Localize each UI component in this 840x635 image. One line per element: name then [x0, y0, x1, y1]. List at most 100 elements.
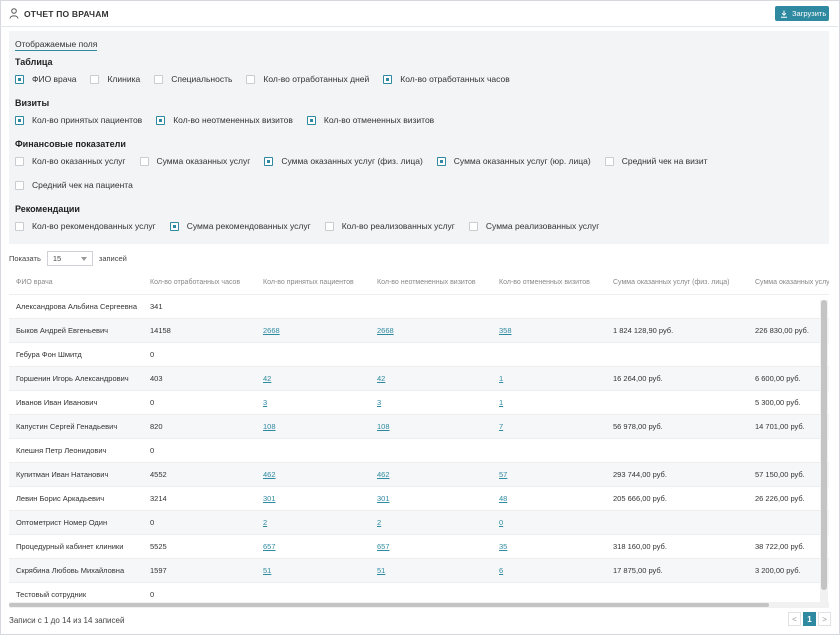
checkbox-box[interactable]	[436, 156, 446, 166]
download-button[interactable]: Загрузить	[775, 6, 829, 21]
table-cell-link[interactable]: 42	[263, 374, 271, 383]
checkbox-services-sum[interactable]: Сумма оказанных услуг	[139, 156, 250, 166]
checkbox-worked-days[interactable]: Кол-во отработанных дней	[246, 74, 369, 84]
table-cell: 0	[143, 341, 256, 366]
column-header[interactable]: Сумма оказанных услуг (физ. лица)	[606, 272, 748, 294]
checkbox-clinic[interactable]: Клиника	[90, 74, 140, 84]
column-header[interactable]: Кол-во принятых пациентов	[256, 272, 370, 294]
checkbox-patients-received[interactable]: Кол-во принятых пациентов	[15, 115, 142, 125]
prev-page-button[interactable]: <	[788, 612, 801, 626]
column-header[interactable]: Кол-во отработанных часов	[143, 272, 256, 294]
page-size-select[interactable]: 15	[46, 251, 93, 266]
checkbox-realized-count[interactable]: Кол-во реализованных услуг	[324, 221, 455, 231]
checkbox-box[interactable]	[306, 115, 316, 125]
table-cell-link[interactable]: 301	[263, 494, 276, 503]
table-cell: Оптометрист Номер Один	[9, 509, 143, 534]
checkbox-box[interactable]	[15, 115, 24, 125]
checkbox-box[interactable]	[169, 221, 179, 231]
table-cell-link[interactable]: 3	[377, 398, 381, 407]
table-cell: Скрябина Любовь Михайловна	[9, 557, 143, 582]
checkbox-visits-cancelled[interactable]: Кол-во отмененных визитов	[306, 115, 434, 125]
checkbox-recommended-sum[interactable]: Сумма рекомендованных услуг	[169, 221, 311, 231]
horizontal-scrollbar[interactable]	[9, 602, 829, 608]
checkbox-box[interactable]	[156, 115, 166, 125]
table-cell-link[interactable]: 2668	[263, 326, 280, 335]
table-cell-link[interactable]: 1	[499, 374, 503, 383]
checkbox-services-sum-individuals[interactable]: Сумма оказанных услуг (физ. лица)	[264, 156, 423, 166]
table-cell	[748, 437, 829, 462]
checkbox-box[interactable]	[15, 180, 24, 190]
table-cell-link[interactable]: 462	[377, 470, 390, 479]
table-cell: 0	[143, 581, 256, 602]
checkbox-avg-check-visit[interactable]: Средний чек на визит	[604, 156, 707, 166]
checkbox-box[interactable]	[154, 74, 164, 84]
checkbox-box[interactable]	[90, 74, 100, 84]
checkbox-recommended-count[interactable]: Кол-во рекомендованных услуг	[15, 221, 156, 231]
table-cell-link[interactable]: 48	[499, 494, 507, 503]
checkbox-box[interactable]	[383, 74, 393, 84]
table-cell-link[interactable]: 358	[499, 326, 512, 335]
checkbox-box[interactable]	[139, 156, 149, 166]
table-cell-link[interactable]: 108	[263, 422, 276, 431]
checkbox-box[interactable]	[324, 221, 334, 231]
checkbox-services-sum-legal[interactable]: Сумма оказанных услуг (юр. лица)	[436, 156, 591, 166]
displayed-fields-link[interactable]: Отображаемые поля	[15, 39, 98, 51]
checkbox-box[interactable]	[468, 221, 478, 231]
table-cell-link[interactable]: 6	[499, 566, 503, 575]
table-cell-link[interactable]: 7	[499, 422, 503, 431]
table-cell-link[interactable]: 0	[499, 518, 503, 527]
scrollbar-thumb[interactable]	[821, 300, 827, 590]
table-cell-link[interactable]: 108	[377, 422, 390, 431]
checkbox-doctor-name[interactable]: ФИО врача	[15, 74, 76, 84]
column-header[interactable]: Кол-во отмененных визитов	[492, 272, 606, 294]
table-cell: 4552	[143, 461, 256, 486]
column-header[interactable]: ФИО врача	[9, 272, 143, 294]
column-header[interactable]: Кол-во неотмененных визитов	[370, 272, 492, 294]
table-cell-link[interactable]: 3	[263, 398, 267, 407]
table-cell: 318 160,00 руб.	[606, 533, 748, 558]
table-cell-link[interactable]: 657	[377, 542, 390, 551]
scrollbar-thumb[interactable]	[9, 603, 769, 607]
checkbox-services-count[interactable]: Кол-во оказанных услуг	[15, 156, 126, 166]
table-cell-link[interactable]: 51	[377, 566, 385, 575]
table-cell: 108	[256, 413, 370, 438]
table-cell: 5 300,00 руб.	[748, 389, 829, 414]
checkbox-realized-sum[interactable]: Сумма реализованных услуг	[468, 221, 599, 231]
checkbox-box[interactable]	[15, 221, 24, 231]
next-page-button[interactable]: >	[818, 612, 831, 626]
checkbox-specialty[interactable]: Специальность	[154, 74, 232, 84]
table-cell-link[interactable]: 42	[377, 374, 385, 383]
table-cell-link[interactable]: 657	[263, 542, 276, 551]
vertical-scrollbar[interactable]	[820, 300, 828, 602]
table-cell-link[interactable]: 2	[263, 518, 267, 527]
table-cell-link[interactable]: 57	[499, 470, 507, 479]
table-cell-link[interactable]: 51	[263, 566, 271, 575]
table-cell: 358	[492, 317, 606, 342]
table-cell	[606, 509, 748, 534]
table-cell-link[interactable]: 462	[263, 470, 276, 479]
checkbox-box[interactable]	[15, 156, 24, 166]
table-cell-link[interactable]: 1	[499, 398, 503, 407]
group-title-visits: Визиты	[15, 98, 50, 108]
table-cell	[370, 581, 492, 602]
table-cell	[748, 509, 829, 534]
checkbox-avg-check-patient[interactable]: Средний чек на пациента	[15, 180, 133, 190]
table-cell-link[interactable]: 35	[499, 542, 507, 551]
table-cell-link[interactable]: 2668	[377, 326, 394, 335]
checkbox-row-finance-1: Кол-во оказанных услуг Сумма оказанных у…	[15, 156, 721, 166]
checkbox-visits-not-cancelled[interactable]: Кол-во неотмененных визитов	[156, 115, 293, 125]
checkbox-box[interactable]	[15, 74, 24, 84]
checkbox-box[interactable]	[604, 156, 614, 166]
table-row: Левин Борис Аркадьевич 3214 301 301 48 205 66…	[9, 485, 829, 510]
table-cell-link[interactable]: 301	[377, 494, 390, 503]
checkbox-box[interactable]	[246, 74, 256, 84]
checkbox-box[interactable]	[264, 156, 274, 166]
checkbox-worked-hours[interactable]: Кол-во отработанных часов	[383, 74, 510, 84]
column-header[interactable]: Сумма оказанных услуг (юр. лица)	[748, 272, 829, 294]
table-cell: 3 200,00 руб.	[748, 557, 829, 582]
table-cell: 51	[256, 557, 370, 582]
table-row: Клешня Петр Леонидович 0	[9, 437, 829, 462]
page-button[interactable]: 1	[803, 612, 816, 626]
table-cell-link[interactable]: 2	[377, 518, 381, 527]
checkbox-label: Клиника	[107, 74, 141, 84]
